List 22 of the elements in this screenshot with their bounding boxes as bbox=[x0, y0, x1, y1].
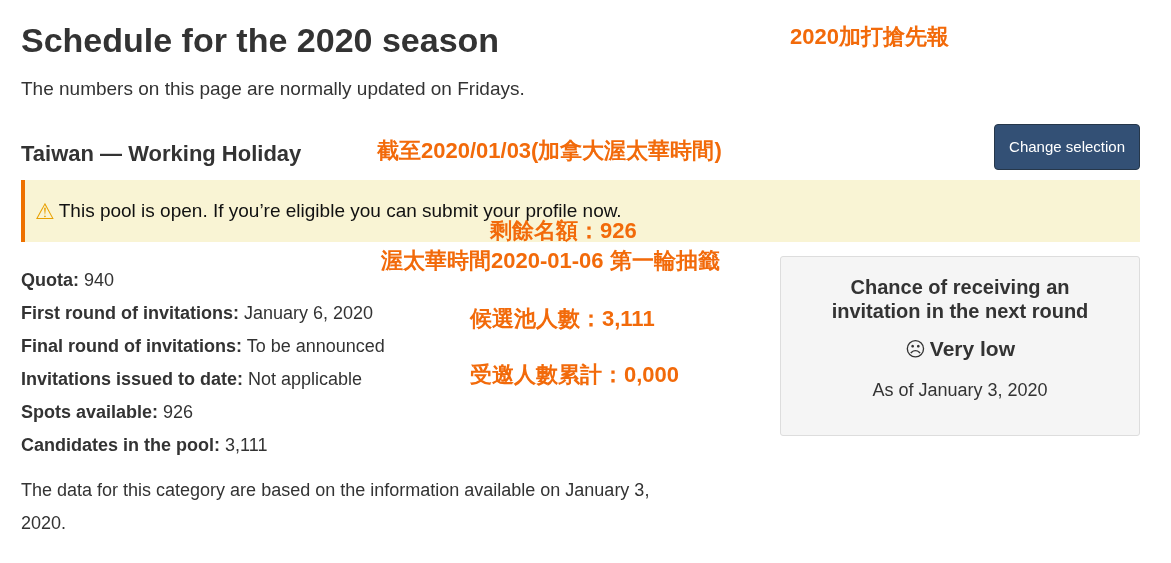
annotation-text: 受邀人數累計：0,000 bbox=[470, 361, 680, 389]
fact-line: Invitations issued to date: Not applicable bbox=[21, 368, 363, 391]
annotation-text: 2020加打搶先報 bbox=[790, 23, 949, 51]
fact-line: Final round of invitations: To be announced bbox=[21, 335, 385, 358]
sad-face-icon: ☹ bbox=[904, 333, 926, 364]
chance-rating: Very low bbox=[929, 336, 1016, 362]
alert-text: This pool is open. If you’re eligible you can submit your profile now. bbox=[58, 198, 622, 221]
annotation-text: 候選池人數：3,111 bbox=[470, 305, 655, 333]
fact-line: Candidates in the pool: 3,111 bbox=[21, 434, 268, 457]
annotation-text: 截至2020/01/03(加拿大渥太華時間) bbox=[377, 137, 722, 165]
data-note: The data for this category are based on the information available on January 3, 2020. bbox=[21, 479, 651, 535]
page-title: Schedule for the 2020 season bbox=[21, 20, 500, 60]
fact-line: Spots available: 926 bbox=[21, 401, 194, 424]
card-title: Chance of receiving an invitation in the next round bbox=[830, 275, 1090, 323]
fact-line: Quota: 940 bbox=[21, 269, 115, 292]
category-heading: Taiwan — Working Holiday bbox=[21, 140, 302, 168]
annotation-text: 渥太華時間2020-01-06 第一輪抽籤 bbox=[381, 247, 720, 275]
warning-icon: ⚠ bbox=[35, 194, 55, 228]
subtitle: The numbers on this page are normally updated on Fridays. bbox=[21, 77, 525, 101]
change-selection-button[interactable]: Change selection bbox=[994, 123, 1140, 170]
fact-line: First round of invitations: January 6, 2020 bbox=[21, 302, 374, 325]
as-of-date: As of January 3, 2020 bbox=[872, 378, 1048, 402]
